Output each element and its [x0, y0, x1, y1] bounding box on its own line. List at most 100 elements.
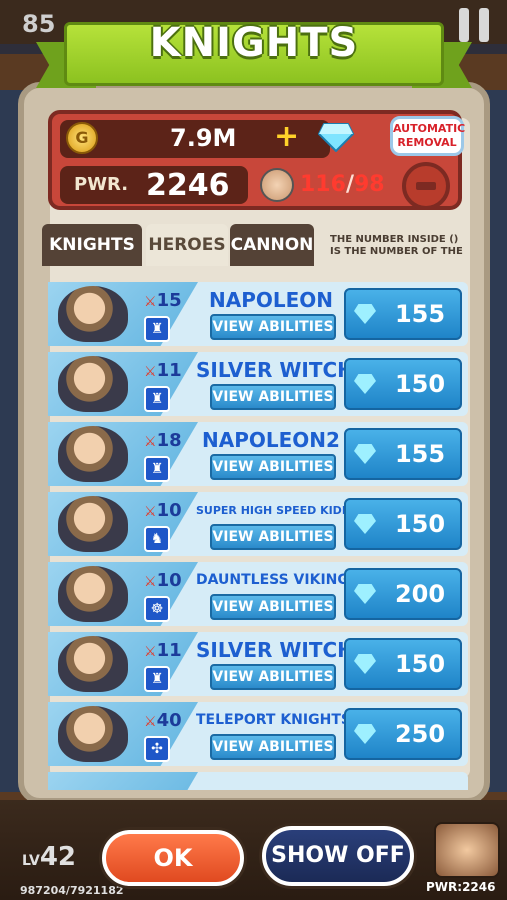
hero-name: NAPOLEON2 — [202, 428, 340, 452]
hero-level: ⚔40 — [144, 710, 182, 731]
list-item: ⚔11 ♜ SILVER WITCH VIEW ABILITIES 150 — [48, 352, 468, 416]
buy-button[interactable]: 155 — [344, 428, 462, 480]
buy-button[interactable]: 150 — [344, 638, 462, 690]
hero-level-value: 11 — [156, 640, 182, 661]
hero-portrait — [58, 566, 128, 622]
player-level-value: 42 — [39, 842, 77, 872]
view-abilities-button[interactable]: VIEW ABILITIES — [210, 664, 336, 690]
hero-price: 150 — [394, 370, 446, 398]
gem-icon — [354, 724, 376, 744]
class-icon: ✣ — [144, 736, 170, 762]
gem-icon — [354, 654, 376, 674]
hero-level-value: 10 — [156, 500, 182, 521]
hero-portrait — [58, 356, 128, 412]
hero-name: SILVER WITCH — [196, 358, 354, 382]
hero-level-value: 10 — [156, 570, 182, 591]
player-level-prefix: LV — [22, 853, 40, 869]
power-label: PWR. — [74, 174, 129, 195]
hero-level-value: 18 — [156, 430, 182, 451]
view-abilities-button[interactable]: VIEW ABILITIES — [210, 594, 336, 620]
show-off-button[interactable]: SHOW OFF — [262, 826, 414, 886]
class-icon: ♜ — [144, 666, 170, 692]
hero-level-value: 15 — [156, 290, 182, 311]
tab-cannon[interactable]: CANNON — [230, 224, 314, 266]
gem-icon — [354, 584, 376, 604]
list-item: ⚔10 ♞ SUPER HIGH SPEED KIDDO VIEW ABILIT… — [48, 492, 468, 556]
list-item: ⚔10 ☸ DAUNTLESS VIKING VIEW ABILITIES 20… — [48, 562, 468, 626]
hero-name: SUPER HIGH SPEED KIDDO — [196, 504, 361, 517]
hero-portrait — [58, 426, 128, 482]
hero-portrait — [58, 706, 128, 762]
hero-level: ⚔18 — [144, 430, 182, 451]
coin-icon: G — [66, 122, 98, 154]
view-abilities-button[interactable]: VIEW ABILITIES — [210, 384, 336, 410]
power-value: 2246 — [146, 168, 230, 203]
ok-button[interactable]: OK — [102, 830, 244, 886]
hero-level-value: 40 — [156, 710, 182, 731]
knight-count-current: 116 — [300, 172, 346, 197]
class-icon: ☸ — [144, 596, 170, 622]
buy-button[interactable]: 200 — [344, 568, 462, 620]
game-screen: 85 KNIGHTS G 7.9M + PWR. 2246 116/98 AUT… — [0, 0, 507, 900]
view-abilities-button[interactable]: VIEW ABILITIES — [210, 524, 336, 550]
class-icon: ♜ — [144, 316, 170, 342]
hero-level: ⚔11 — [144, 640, 182, 661]
buy-button[interactable]: 155 — [344, 288, 462, 340]
hero-name: TELEPORT KNIGHTS — [196, 712, 351, 728]
tab-knights[interactable]: KNIGHTS — [42, 224, 142, 266]
buy-button[interactable]: 250 — [344, 708, 462, 760]
automatic-removal-toggle[interactable] — [402, 162, 450, 210]
hero-name: SILVER WITCH2 — [196, 638, 368, 662]
hero-price: 150 — [394, 650, 446, 678]
buy-button[interactable]: 150 — [344, 358, 462, 410]
player-avatar[interactable] — [434, 822, 500, 878]
view-abilities-button[interactable]: VIEW ABILITIES — [210, 454, 336, 480]
knight-count: 116/98 — [300, 172, 385, 197]
hero-price: 150 — [394, 510, 446, 538]
list-item: ⚔11 ♜ SILVER WITCH2 VIEW ABILITIES 150 — [48, 632, 468, 696]
knight-count-slash: / — [345, 172, 354, 197]
knight-count-icon — [260, 168, 294, 202]
tab-heroes[interactable]: HEROES — [146, 224, 228, 266]
hero-name: DAUNTLESS VIKING — [196, 572, 349, 588]
hero-level: ⚔10 — [144, 570, 182, 591]
class-icon: ♜ — [144, 456, 170, 482]
player-power: PWR:2246 — [426, 880, 496, 894]
experience-text: 987204/7921182 — [20, 884, 124, 897]
hero-name: NAPOLEON — [208, 288, 334, 312]
title-banner: KNIGHTS — [36, 14, 472, 94]
hero-portrait — [58, 286, 128, 342]
hero-price: 155 — [394, 440, 446, 468]
hero-list: ⚔15 ♜ NAPOLEON VIEW ABILITIES 155 ⚔11 ♜ … — [48, 282, 468, 790]
list-item: ⚔18 ♜ NAPOLEON2 VIEW ABILITIES 155 — [48, 422, 468, 486]
hero-level: ⚔15 — [144, 290, 182, 311]
hero-level: ⚔10 — [144, 500, 182, 521]
gem-icon — [318, 123, 354, 152]
class-icon: ♞ — [144, 526, 170, 552]
hero-portrait — [58, 496, 128, 552]
power-row: PWR. 2246 — [60, 166, 248, 204]
gem-icon — [354, 514, 376, 534]
gold-row: G 7.9M + — [60, 120, 354, 158]
knight-count-max: 98 — [353, 172, 385, 197]
view-abilities-button[interactable]: VIEW ABILITIES — [210, 314, 336, 340]
gem-icon — [354, 444, 376, 464]
gem-icon — [354, 304, 376, 324]
tab-hint-text: THE NUMBER INSIDE () IS THE NUMBER OF TH… — [330, 234, 463, 257]
player-level: LV42 — [22, 842, 76, 872]
view-abilities-button[interactable]: VIEW ABILITIES — [210, 734, 336, 760]
list-item: ⚔40 ✣ TELEPORT KNIGHTS VIEW ABILITIES 25… — [48, 702, 468, 766]
list-item: ⚔15 ♜ NAPOLEON VIEW ABILITIES 155 — [48, 282, 468, 346]
stats-box: G 7.9M + PWR. 2246 116/98 AUTOMATIC REMO… — [48, 110, 465, 210]
hero-price: 250 — [394, 720, 446, 748]
gold-amount: 7.9M — [170, 124, 237, 152]
automatic-removal-label: AUTOMATIC REMOVAL — [390, 116, 465, 156]
hero-portrait — [58, 636, 128, 692]
add-gold-button[interactable]: + — [274, 122, 299, 152]
hero-price: 155 — [394, 300, 446, 328]
hero-price: 200 — [394, 580, 446, 608]
class-icon: ♜ — [144, 386, 170, 412]
list-item — [48, 772, 468, 790]
buy-button[interactable]: 150 — [344, 498, 462, 550]
hero-level-value: 11 — [156, 360, 182, 381]
